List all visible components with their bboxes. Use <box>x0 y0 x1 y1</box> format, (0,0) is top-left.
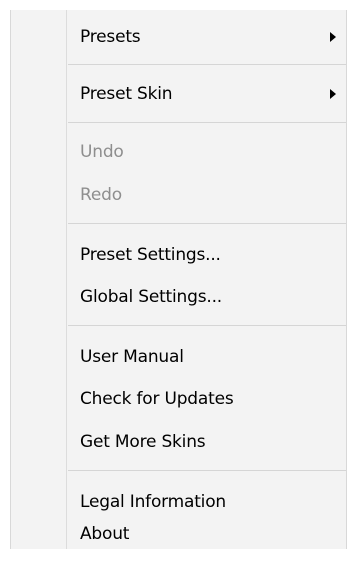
chevron-right-icon <box>330 89 336 99</box>
menu-item-check-for-updates[interactable]: Check for Updates <box>11 379 346 419</box>
menu-item-label: Preset Settings... <box>80 245 221 265</box>
menu-separator <box>68 325 346 326</box>
menu-item-redo[interactable]: Redo <box>11 175 346 215</box>
chevron-right-icon <box>330 32 336 42</box>
menu-item-preset-settings[interactable]: Preset Settings... <box>11 235 346 275</box>
menu-item-label: Get More Skins <box>80 432 206 452</box>
menu-item-preset-skin[interactable]: Preset Skin <box>11 74 346 114</box>
menu-item-label: Undo <box>80 142 124 162</box>
menu-item-label: Redo <box>80 185 122 205</box>
menu-item-label: About <box>80 524 130 544</box>
menu-item-label: Legal Information <box>80 492 226 512</box>
menu-separator <box>68 223 346 224</box>
menu-item-label: User Manual <box>80 347 184 367</box>
menu-item-user-manual[interactable]: User Manual <box>11 337 346 377</box>
menu-item-get-more-skins[interactable]: Get More Skins <box>11 422 346 462</box>
menu-separator <box>68 122 346 123</box>
menu-item-presets[interactable]: Presets <box>11 17 346 57</box>
menu-separator <box>68 64 346 65</box>
menu-item-about[interactable]: About <box>11 514 346 554</box>
menu-item-label: Check for Updates <box>80 389 234 409</box>
menu-item-global-settings[interactable]: Global Settings... <box>11 277 346 317</box>
menu-item-undo[interactable]: Undo <box>11 132 346 172</box>
menu-item-label: Preset Skin <box>80 84 173 104</box>
context-menu: Presets Preset Skin Undo Redo Preset Set… <box>10 10 347 549</box>
menu-separator <box>68 470 346 471</box>
menu-item-label: Presets <box>80 27 141 47</box>
menu-item-label: Global Settings... <box>80 287 222 307</box>
